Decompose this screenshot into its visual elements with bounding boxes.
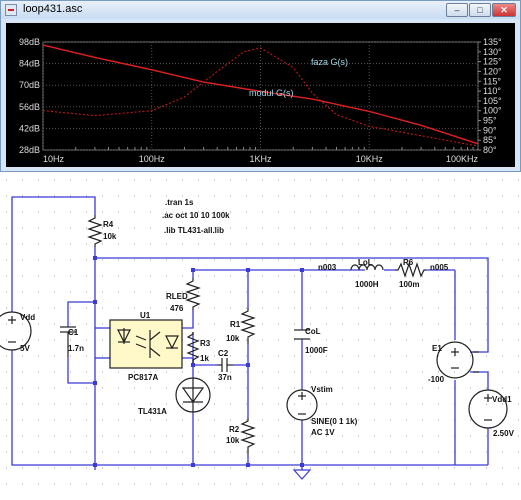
resistor-r4[interactable] [87,215,103,247]
net-n003: n003 [318,263,337,272]
vdd1-value: 2.50V [493,429,515,438]
y-right-tick-label: 85° [483,135,497,145]
close-icon: ✕ [500,5,508,15]
x-tick-label: 1KHz [249,154,272,164]
y-right-tick-label: 110° [483,86,501,96]
vdd1-name: Vdd1 [492,395,512,404]
r4-name: R4 [103,220,114,229]
u2-value: TL431A [138,407,167,416]
y-right-tick-label: 95° [483,116,497,126]
r2-value: 10k [226,436,240,445]
y-left-tick-label: 70dB [19,80,40,90]
y-right-tick-label: 80° [483,145,497,155]
y-right-tick-label: 105° [483,96,502,106]
y-right-tick-label: 90° [483,125,497,135]
r2-name: R2 [229,425,240,434]
y-left-tick-label: 84dB [19,59,40,69]
y-left-tick-label: 28dB [19,145,40,155]
rled-value: 476 [170,304,184,313]
voltage-source-vstim[interactable] [286,389,318,421]
ground-icon [292,469,312,480]
close-button[interactable]: ✕ [492,3,516,17]
minimize-button[interactable]: – [446,3,468,17]
waveform-plot[interactable]: 10Hz 100Hz 1KHz 10KHz 100KHz 98dB 84dB 70dB 56dB… [6,23,515,167]
col-name: CoL [305,327,321,336]
lol-name: LoL [358,258,373,267]
y-left-tick-label: 56dB [19,102,40,112]
vstim-value: SINE(0 1 1k) [311,417,358,426]
u1-value: PC817A [128,373,158,382]
c2-value: 37n [218,373,232,382]
e1-value: -100 [428,375,445,384]
r1-value: 10k [226,334,240,343]
maximize-icon: □ [477,5,483,15]
vstim-name: Vstim [311,385,333,394]
y-right-tick-label: 125° [483,57,502,67]
vdd-name: Vdd [20,313,35,322]
resistor-r2[interactable] [240,418,256,454]
col-value: 1000F [305,346,328,355]
x-tick-label: 10KHz [356,154,384,164]
vdd-value: 5V [20,344,30,353]
directive-ac: .ac oct 10 10 100k [162,211,230,220]
resistor-rled[interactable] [185,278,201,310]
r3-value: 1k [200,354,209,363]
bode-chart: 10Hz 100Hz 1KHz 10KHz 100KHz 98dB 84dB 70dB 56dB… [19,37,502,164]
net-n005: n005 [430,263,449,272]
optocoupler-u1[interactable] [109,319,183,369]
c1-name: C1 [68,328,79,337]
schematic-canvas[interactable]: .tran 1s .ac oct 10 10 100k .lib TL431-a… [0,172,521,500]
vstim-ac-value: AC 1V [311,428,335,437]
resistor-r1[interactable] [240,308,256,344]
y-left-tick-label: 42dB [19,123,40,133]
e1-name: E1 [432,344,442,353]
window-title: loop431.asc [23,3,83,15]
y-right-tick-label: 120° [483,66,502,76]
capacitor-c2[interactable] [217,358,233,372]
x-tick-label: 100KHz [446,154,479,164]
shunt-regulator-tl431[interactable] [175,377,211,413]
series-label-magnitude: modul G(s) [249,88,294,98]
r3-name: R3 [200,339,211,348]
rled-name: RLED [166,292,188,301]
y-left-tick-label: 98dB [19,37,40,47]
y-right-tick-label: 130° [483,47,502,57]
schematic-grid [6,179,519,485]
ltspice-plot-icon [5,4,17,16]
directive-tran: .tran 1s [165,198,194,207]
x-tick-label: 10Hz [43,154,65,164]
r1-name: R1 [230,320,241,329]
u1-name: U1 [140,311,151,320]
maximize-button[interactable]: □ [469,3,491,17]
y-right-tick-label: 115° [483,76,501,86]
r4-value: 10k [103,232,117,241]
c1-value: 1.7n [68,344,84,353]
lol-value: 1000H [355,280,379,289]
series-label-phase: faza G(s) [311,57,348,67]
title-bar[interactable]: loop431.asc – □ ✕ [1,1,520,19]
r6-name: R6 [403,258,414,267]
directive-lib: .lib TL431-all.lib [164,226,224,235]
r6-value: 100m [399,280,419,289]
plot-window: loop431.asc – □ ✕ 10Hz 100Hz 1KHz 10KHz 100K… [0,0,521,172]
minimize-icon: – [454,5,460,15]
x-tick-label: 100Hz [139,154,166,164]
y-right-tick-label: 100° [483,106,502,116]
y-right-tick-label: 135° [483,37,502,47]
c2-name: C2 [218,349,229,358]
